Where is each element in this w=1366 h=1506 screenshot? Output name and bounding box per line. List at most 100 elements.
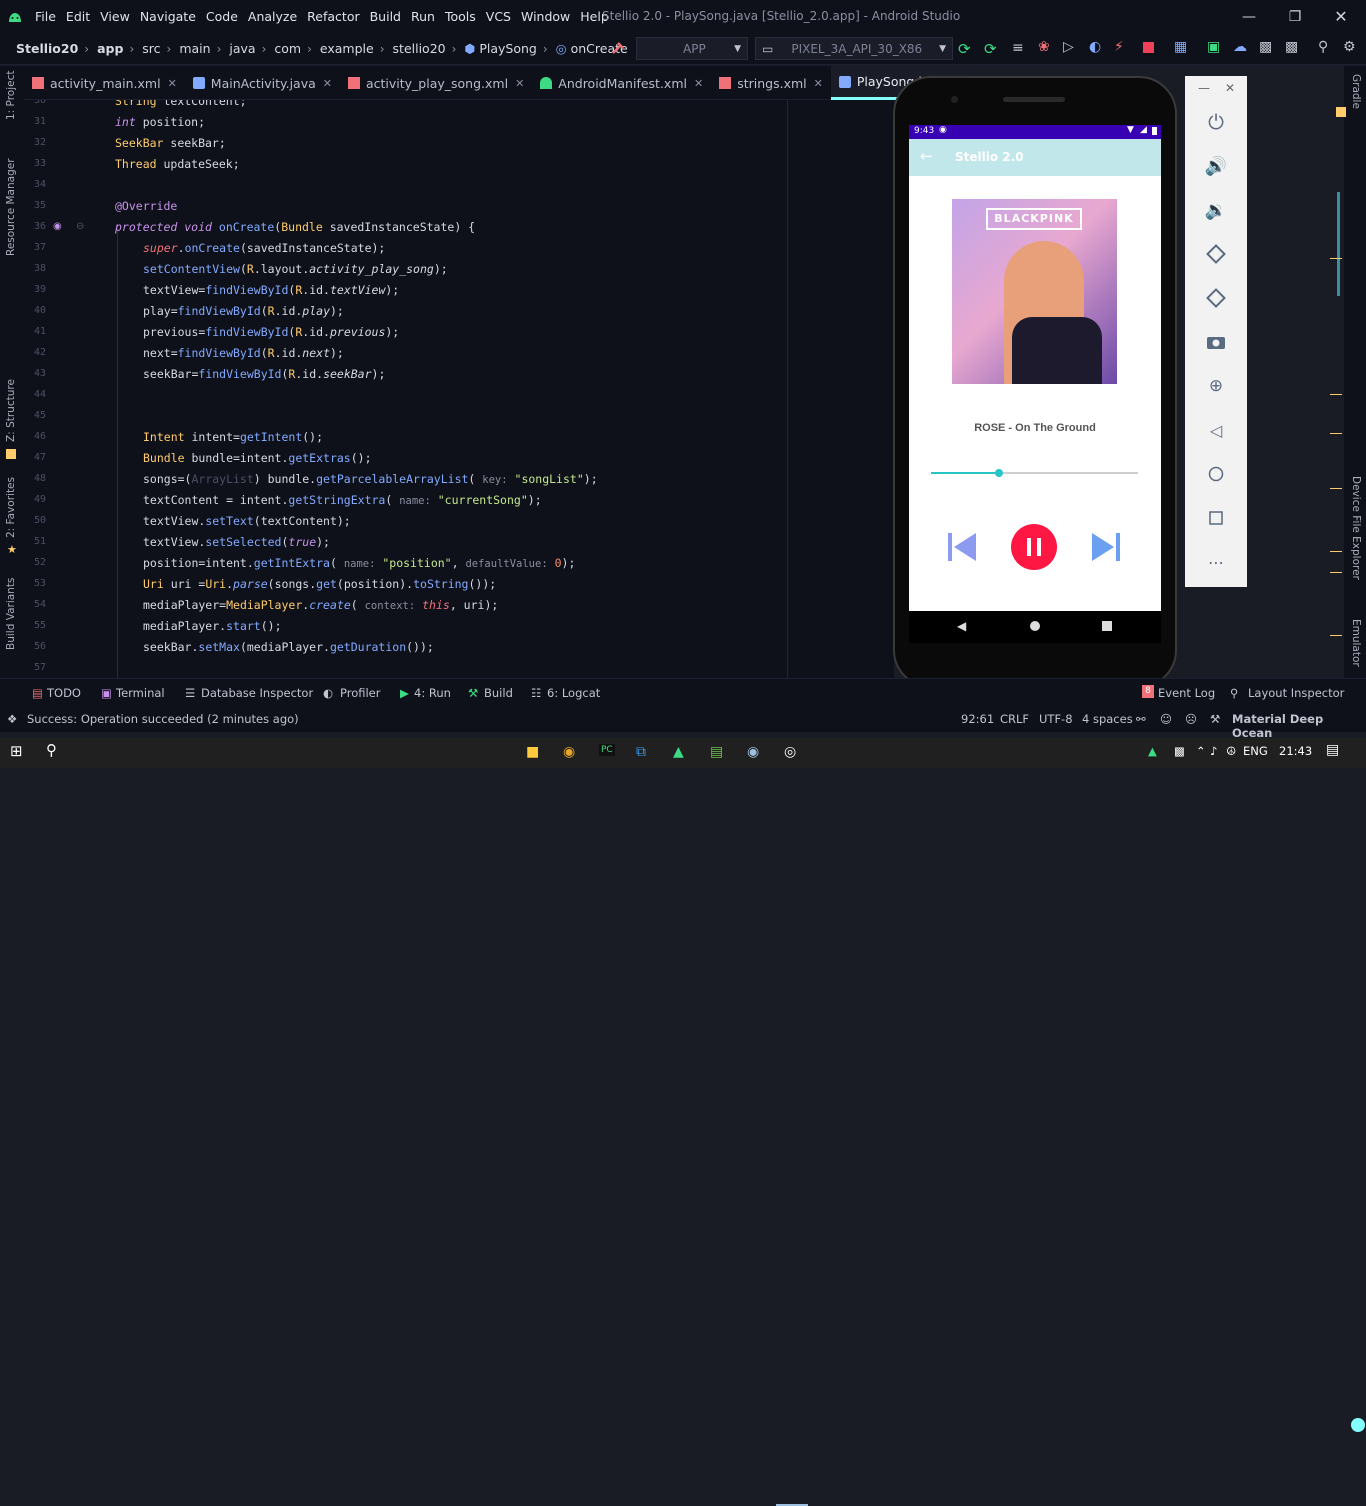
sdk-icon[interactable]: ▩ bbox=[1285, 39, 1298, 55]
fold-icon[interactable]: ⊖ bbox=[76, 221, 84, 232]
line-separator[interactable]: CRLF bbox=[1000, 712, 1029, 726]
android-studio-taskbar-icon[interactable]: ▲ bbox=[673, 744, 684, 760]
menu-window[interactable]: Window bbox=[516, 9, 575, 24]
happy-face-icon[interactable]: ☺ bbox=[1160, 712, 1172, 726]
refresh-icon[interactable]: ⟳ bbox=[958, 40, 971, 58]
tool-todo[interactable]: TODO bbox=[47, 686, 81, 700]
volume-down-icon[interactable]: 🔉 bbox=[1204, 198, 1228, 222]
tool-resource-manager[interactable]: Resource Manager bbox=[5, 158, 17, 256]
breadcrumb-playsong[interactable]: PlaySong bbox=[475, 41, 537, 56]
tool-build[interactable]: Build bbox=[484, 686, 513, 700]
breadcrumb-java[interactable]: java bbox=[221, 41, 255, 56]
minecraft-icon[interactable]: ▤ bbox=[710, 744, 723, 760]
plug-icon[interactable]: ⚡ bbox=[1114, 39, 1124, 55]
grid-icon[interactable]: ▦ bbox=[1174, 39, 1187, 55]
volume-up-icon[interactable]: 🔊 bbox=[1204, 154, 1228, 178]
attach-icon[interactable]: ▷ bbox=[1063, 39, 1074, 55]
tool-structure[interactable]: Z: Structure bbox=[5, 379, 17, 442]
tool-emulator[interactable]: Emulator bbox=[1350, 619, 1362, 667]
code-editor[interactable]: ◉ ⊖ 30 String textContent; 31 int positi… bbox=[24, 100, 894, 678]
nav-home-icon[interactable] bbox=[1030, 621, 1040, 631]
camera-icon[interactable] bbox=[1204, 330, 1228, 354]
tab-android-manifest[interactable]: AndroidManifest.xml ✕ bbox=[532, 66, 711, 100]
previous-icon[interactable] bbox=[947, 531, 977, 563]
tab-strings[interactable]: strings.xml ✕ bbox=[711, 66, 831, 100]
menu-build[interactable]: Build bbox=[365, 9, 406, 24]
breadcrumb-src[interactable]: src bbox=[134, 41, 160, 56]
avd-icon[interactable]: ▩ bbox=[1259, 39, 1272, 55]
sync-icon[interactable]: ☁ bbox=[1233, 39, 1247, 55]
power-icon[interactable]: ⏻ bbox=[1204, 110, 1228, 134]
search-icon[interactable]: ⚲ bbox=[46, 741, 57, 759]
steam-icon[interactable]: ◉ bbox=[747, 744, 759, 760]
rotate-left-icon[interactable] bbox=[1204, 242, 1228, 266]
status-message[interactable]: Success: Operation succeeded (2 minutes … bbox=[27, 712, 299, 726]
profiler-icon[interactable]: ◐ bbox=[1089, 39, 1101, 55]
seek-bar[interactable] bbox=[931, 469, 1138, 477]
close-icon[interactable]: ✕ bbox=[1225, 81, 1235, 95]
next-icon[interactable] bbox=[1091, 531, 1121, 563]
menu-analyze[interactable]: Analyze bbox=[243, 9, 302, 24]
back-arrow-icon[interactable]: ← bbox=[920, 147, 933, 165]
language-indicator[interactable]: ENG bbox=[1243, 744, 1268, 758]
tool-event-log[interactable]: Event Log bbox=[1158, 686, 1215, 700]
tool-run[interactable]: 4: Run bbox=[414, 686, 451, 700]
theme-name[interactable]: Material Deep Ocean bbox=[1232, 712, 1366, 740]
restore-icon[interactable]: ❐ bbox=[1272, 0, 1318, 33]
tab-main-activity[interactable]: MainActivity.java ✕ bbox=[185, 66, 340, 100]
nav-recents-icon[interactable] bbox=[1102, 621, 1112, 631]
overview-icon[interactable] bbox=[1204, 506, 1228, 530]
notifications-icon[interactable]: ▤ bbox=[1326, 742, 1339, 758]
nav-back-icon[interactable]: ◀ bbox=[957, 619, 966, 633]
breadcrumb-main[interactable]: main bbox=[171, 41, 210, 56]
tray-expand-icon[interactable]: ⌃ bbox=[1196, 744, 1206, 758]
tool-database-inspector[interactable]: Database Inspector bbox=[201, 686, 313, 700]
settings-icon[interactable]: ⚙ bbox=[1343, 39, 1356, 55]
pause-button[interactable] bbox=[1011, 524, 1057, 570]
tool-layout-inspector[interactable]: Layout Inspector bbox=[1248, 686, 1344, 700]
menu-file[interactable]: File bbox=[30, 9, 61, 24]
menu-vcs[interactable]: VCS bbox=[481, 9, 516, 24]
menu-edit[interactable]: Edit bbox=[61, 9, 95, 24]
tray-volume-icon[interactable]: ♪ bbox=[1210, 744, 1217, 758]
tab-activity-main[interactable]: activity_main.xml ✕ bbox=[24, 66, 185, 100]
more-icon[interactable]: ⋯ bbox=[1204, 550, 1228, 574]
tool-terminal[interactable]: Terminal bbox=[116, 686, 165, 700]
vscode-icon[interactable]: ⧉ bbox=[636, 744, 646, 760]
zoom-icon[interactable]: ⊕ bbox=[1204, 374, 1228, 398]
device-select[interactable]: ▭ PIXEL_3A_API_30_X86 ▼ bbox=[755, 37, 953, 60]
tool-favorites[interactable]: 2: Favorites bbox=[5, 477, 17, 538]
tool-device-file-explorer[interactable]: Device File Explorer bbox=[1350, 476, 1362, 580]
clock[interactable]: 21:43 bbox=[1279, 744, 1312, 758]
debug-icon[interactable]: ❀ bbox=[1038, 39, 1050, 55]
minimize-icon[interactable]: — bbox=[1226, 0, 1272, 33]
stop-icon[interactable] bbox=[1143, 42, 1154, 53]
tray-android-icon[interactable]: ▲ bbox=[1148, 744, 1157, 758]
menu-run[interactable]: Run bbox=[406, 9, 440, 24]
lock-icon[interactable]: ⚯ bbox=[1136, 712, 1146, 726]
tool-profiler[interactable]: Profiler bbox=[340, 686, 381, 700]
file-encoding[interactable]: UTF-8 bbox=[1039, 712, 1073, 726]
indent-setting[interactable]: 4 spaces bbox=[1082, 712, 1133, 726]
breadcrumb-project[interactable]: Stellio20 bbox=[0, 41, 78, 56]
pycharm-icon[interactable]: PC bbox=[599, 744, 615, 756]
tool-project[interactable]: 1: Project bbox=[5, 71, 17, 120]
tray-nvidia-icon[interactable]: ▩ bbox=[1174, 744, 1185, 758]
override-gutter-icon[interactable]: ◉ bbox=[53, 221, 62, 232]
list-icon[interactable]: ≡ bbox=[1012, 40, 1024, 56]
terminal-icon[interactable]: ▣ bbox=[1207, 39, 1220, 55]
close-tab-icon[interactable]: ✕ bbox=[168, 77, 177, 90]
tool-build-variants[interactable]: Build Variants bbox=[5, 578, 17, 650]
inspector-icon[interactable]: ⚒ bbox=[1210, 712, 1220, 726]
emulator-screen[interactable]: 9:43 ◉ ▼ ◢ ← Stellio 2.0 BLACKPINK ROSE … bbox=[909, 125, 1161, 611]
minimize-icon[interactable]: — bbox=[1198, 81, 1210, 95]
search-icon[interactable]: ⚲ bbox=[1318, 39, 1328, 55]
menu-navigate[interactable]: Navigate bbox=[135, 9, 201, 24]
close-tab-icon[interactable]: ✕ bbox=[515, 77, 524, 90]
emulator-taskbar-icon[interactable]: ◎ bbox=[784, 744, 796, 760]
close-tab-icon[interactable]: ✕ bbox=[323, 77, 332, 90]
chrome-icon[interactable]: ◉ bbox=[563, 744, 575, 760]
menu-view[interactable]: View bbox=[95, 9, 135, 24]
close-tab-icon[interactable]: ✕ bbox=[814, 77, 823, 90]
windows-start-icon[interactable]: ⊞ bbox=[10, 742, 23, 760]
